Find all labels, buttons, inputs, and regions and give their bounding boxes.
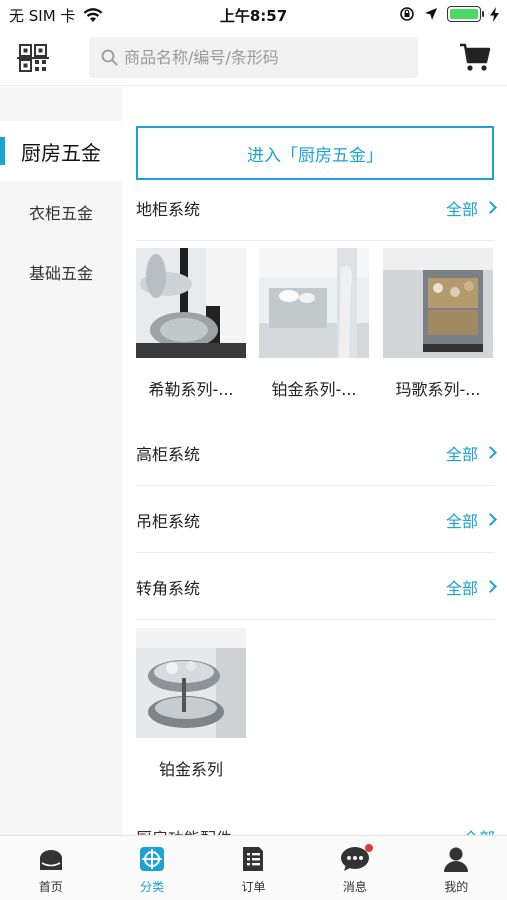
section-title: 吊柜系统 (136, 511, 201, 531)
view-all-link[interactable]: 全部 (445, 441, 497, 465)
view-all-link[interactable]: 全部 (445, 508, 497, 532)
category-sidebar: 厨房五金 衣柜五金 基础五金 (0, 87, 122, 835)
chevron-right-icon (484, 580, 497, 593)
tab-profile[interactable]: 我的 (406, 836, 507, 900)
product-card[interactable]: 希勒系列-... (136, 248, 246, 400)
section-title: 高柜系统 (136, 444, 201, 464)
sidebar-item-label: 基础五金 (28, 264, 93, 283)
section-header: 吊柜系统 全部 (136, 487, 497, 553)
category-icon (140, 847, 165, 871)
search-bar[interactable] (89, 37, 418, 78)
order-icon (243, 847, 264, 871)
rotation-lock-icon (400, 7, 414, 21)
section-header: 高柜系统 全部 (136, 420, 497, 486)
view-all-label[interactable]: 全部 (463, 825, 495, 835)
tab-label: 消息 (342, 880, 367, 894)
product-image (136, 628, 246, 738)
section-title: 转角系统 (136, 578, 201, 598)
chevron-right-icon (484, 201, 497, 214)
tab-label: 我的 (444, 880, 469, 894)
view-all-label: 全部 (445, 444, 478, 464)
status-icons (399, 6, 499, 22)
view-all-link[interactable]: 全部 (445, 196, 497, 220)
tab-label: 分类 (140, 880, 165, 894)
product-image (136, 248, 246, 358)
view-all-label: 全部 (445, 578, 478, 598)
product-name: 铂金系列-... (271, 380, 357, 399)
product-name: 希勒系列-... (148, 380, 234, 399)
tab-messages[interactable]: 消息 (304, 836, 405, 900)
view-all-link[interactable]: 全部 (445, 575, 497, 599)
product-image (259, 248, 369, 358)
sidebar-item-kitchen-hardware[interactable]: 厨房五金 (0, 121, 122, 181)
status-bar: 无 SIM 卡 上午8:57 (0, 0, 507, 30)
charging-bolt-icon (490, 6, 499, 22)
product-card[interactable]: 铂金系列-... (259, 248, 369, 400)
search-icon (101, 49, 118, 66)
category-content: 进入「厨房五金」 地柜系统 全部 希勒系列-... 铂金系列-... 玛歌系列-… (122, 87, 507, 835)
cart-icon[interactable] (458, 40, 492, 74)
location-arrow-icon (425, 8, 437, 20)
chevron-right-icon (484, 446, 497, 459)
view-all-label: 全部 (445, 511, 478, 531)
tab-label: 订单 (241, 880, 266, 894)
product-image (383, 248, 493, 358)
chevron-right-icon (484, 513, 497, 526)
section-header: 地柜系统 全部 (136, 175, 497, 241)
product-name: 铂金系列 (158, 760, 223, 779)
notification-badge (365, 844, 374, 852)
tab-label: 首页 (38, 880, 63, 894)
sidebar-item-wardrobe-hardware[interactable]: 衣柜五金 (0, 182, 122, 242)
tab-home[interactable]: 首页 (0, 836, 101, 900)
bottom-tab-bar: 首页 分类 订单 消息 我的 (0, 835, 507, 900)
product-card[interactable]: 玛歌系列-... (383, 248, 493, 400)
section-header: 转角系统 全部 (136, 554, 497, 620)
tab-orders[interactable]: 订单 (203, 836, 304, 900)
product-card[interactable]: 铂金系列 (136, 628, 246, 780)
enter-category-button[interactable]: 进入「厨房五金」 (136, 126, 494, 180)
sidebar-item-label: 厨房五金 (21, 140, 101, 165)
section-title: 厨房功能配件 (136, 825, 232, 835)
battery-icon (447, 6, 484, 22)
enter-category-label: 进入「厨房五金」 (247, 145, 383, 166)
scan-icon[interactable] (17, 42, 49, 74)
sidebar-item-basic-hardware[interactable]: 基础五金 (0, 242, 122, 302)
product-name: 玛歌系列-... (395, 380, 481, 399)
sidebar-item-label: 衣柜五金 (28, 204, 93, 223)
profile-icon (444, 847, 469, 872)
view-all-label: 全部 (445, 199, 478, 219)
partial-section-header: 厨房功能配件 全部 (136, 825, 495, 835)
search-input[interactable] (124, 48, 394, 67)
home-icon (39, 850, 62, 870)
tab-category[interactable]: 分类 (101, 836, 202, 900)
top-header (0, 30, 507, 86)
section-title: 地柜系统 (136, 199, 201, 219)
